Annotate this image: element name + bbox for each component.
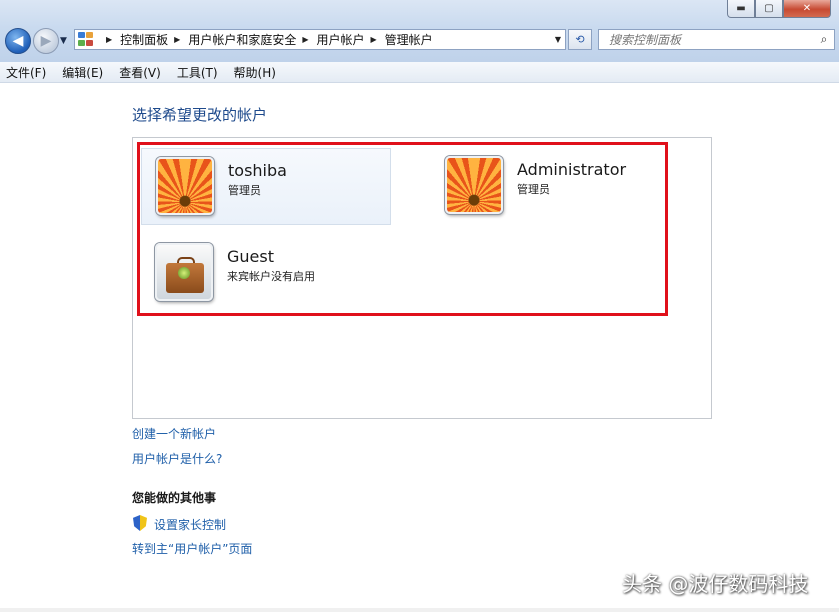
navigation-bar: ▬ ▢ ✕ ◀ ▶ ▼ ▶ 控制面板 ▶ 用户帐户和家庭安全 ▶ 用户帐户 ▶ … bbox=[0, 0, 839, 63]
search-box[interactable]: ⌕ bbox=[598, 29, 835, 50]
page-title: 选择希望更改的帐户 bbox=[132, 106, 268, 124]
refresh-icon: ⟲ bbox=[575, 33, 585, 46]
account-name: toshiba bbox=[228, 161, 287, 180]
minimize-button[interactable]: ▬ bbox=[727, 0, 755, 18]
menu-edit[interactable]: 编辑(E) bbox=[62, 64, 103, 81]
other-tasks-heading: 您能做的其他事 bbox=[132, 491, 217, 505]
window-controls: ▬ ▢ ✕ bbox=[727, 0, 831, 18]
breadcrumb-user-accounts-family-safety[interactable]: 用户帐户和家庭安全 bbox=[188, 31, 296, 48]
user-picture-flower-icon bbox=[445, 156, 503, 214]
what-is-user-account-link[interactable]: 用户帐户是什么? bbox=[132, 450, 222, 467]
close-button[interactable]: ✕ bbox=[783, 0, 831, 18]
search-icon[interactable]: ⌕ bbox=[814, 32, 834, 47]
search-input[interactable] bbox=[599, 31, 814, 48]
account-name: Guest bbox=[227, 247, 274, 266]
forward-button[interactable]: ▶ bbox=[33, 28, 59, 54]
account-tile-guest[interactable]: Guest 来宾帐户没有启用 bbox=[141, 235, 391, 312]
account-role: 管理员 bbox=[228, 184, 261, 197]
breadcrumb: ▶ 控制面板 ▶ 用户帐户和家庭安全 ▶ 用户帐户 ▶ 管理帐户 bbox=[100, 31, 433, 48]
menu-help[interactable]: 帮助(H) bbox=[234, 64, 276, 81]
user-picture-briefcase-icon bbox=[155, 243, 213, 301]
menu-bar: 文件(F) 编辑(E) 查看(V) 工具(T) 帮助(H) bbox=[0, 62, 839, 83]
user-picture-flower-icon bbox=[156, 157, 214, 215]
user-accounts-home-link[interactable]: 转到主“用户帐户”页面 bbox=[132, 540, 252, 557]
account-role: 来宾帐户没有启用 bbox=[227, 270, 315, 283]
menu-view[interactable]: 查看(V) bbox=[119, 64, 161, 81]
bottom-border bbox=[0, 608, 839, 612]
parental-controls-link[interactable]: 设置家长控制 bbox=[154, 516, 226, 533]
address-dropdown-icon[interactable]: ▼ bbox=[555, 35, 561, 44]
menu-file[interactable]: 文件(F) bbox=[6, 64, 46, 81]
control-panel-icon bbox=[78, 31, 96, 48]
forward-arrow-icon: ▶ bbox=[40, 33, 52, 49]
menu-tools[interactable]: 工具(T) bbox=[177, 64, 218, 81]
breadcrumb-separator-icon[interactable]: ▶ bbox=[106, 35, 112, 44]
shield-icon bbox=[133, 515, 147, 531]
account-name: Administrator bbox=[517, 160, 627, 179]
create-new-account-link[interactable]: 创建一个新帐户 bbox=[132, 425, 216, 442]
breadcrumb-separator-icon[interactable]: ▶ bbox=[371, 35, 377, 44]
breadcrumb-separator-icon[interactable]: ▶ bbox=[174, 35, 180, 44]
refresh-button[interactable]: ⟲ bbox=[568, 29, 592, 50]
maximize-button[interactable]: ▢ bbox=[755, 0, 783, 18]
account-tile-toshiba[interactable]: toshiba 管理员 bbox=[141, 148, 391, 225]
breadcrumb-user-accounts[interactable]: 用户帐户 bbox=[317, 31, 365, 48]
back-arrow-icon: ◀ bbox=[12, 33, 24, 49]
account-role: 管理员 bbox=[517, 183, 550, 196]
breadcrumb-control-panel[interactable]: 控制面板 bbox=[120, 31, 168, 48]
recent-pages-dropdown[interactable]: ▼ bbox=[60, 36, 67, 46]
breadcrumb-manage-accounts[interactable]: 管理帐户 bbox=[385, 31, 433, 48]
back-button[interactable]: ◀ bbox=[5, 28, 31, 54]
breadcrumb-separator-icon[interactable]: ▶ bbox=[302, 35, 308, 44]
account-tile-administrator[interactable]: Administrator 管理员 bbox=[431, 148, 681, 225]
address-bar[interactable]: ▶ 控制面板 ▶ 用户帐户和家庭安全 ▶ 用户帐户 ▶ 管理帐户 ▼ bbox=[74, 29, 566, 50]
watermark-text: 头条 @波仔数码科技 bbox=[622, 572, 809, 596]
